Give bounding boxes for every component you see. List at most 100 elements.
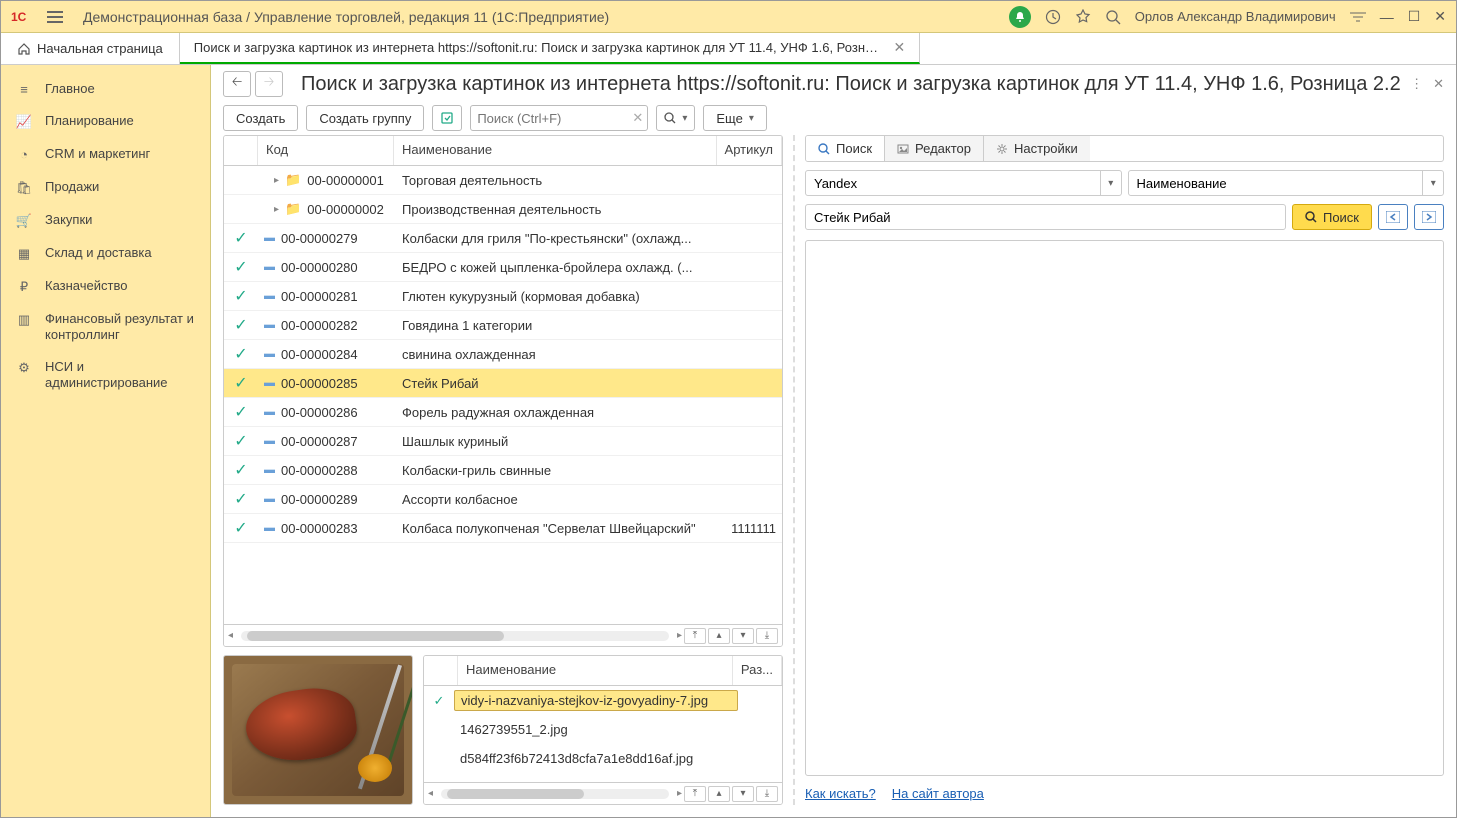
row-code: ▬00-00000282 (258, 318, 394, 333)
row-name: свинина охлажденная (394, 347, 726, 362)
cart-icon: 🛒 (15, 213, 33, 229)
sidebar-item-main[interactable]: ≡Главное (1, 73, 210, 105)
row-mark: ✓ (224, 257, 258, 277)
scroll-down[interactable]: ▾ (732, 628, 754, 644)
open-tab[interactable]: Поиск и загрузка картинок из интернета h… (180, 33, 920, 64)
quick-search-input[interactable] (475, 110, 628, 127)
f-scroll-down[interactable]: ▾ (732, 786, 754, 802)
bell-icon[interactable] (1009, 6, 1031, 28)
tab-close-icon[interactable]: ✕ (894, 39, 905, 56)
table-row[interactable]: ✓▬00-00000287Шашлык куриный (224, 427, 782, 456)
row-mark: ✓ (224, 286, 258, 306)
sidebar-item-crm[interactable]: ◔CRM и маркетинг (1, 138, 210, 170)
star-icon[interactable] (1075, 9, 1091, 25)
sidebar-item-treasury[interactable]: ₽Казначейство (1, 270, 210, 303)
h-scrollbar[interactable] (241, 631, 669, 641)
file-row[interactable]: 1462739551_2.jpg (424, 715, 782, 744)
search-button[interactable]: Поиск (1292, 204, 1372, 230)
table-row[interactable]: ✓▬00-00000284свинина охлажденная (224, 340, 782, 369)
file-row[interactable]: ✓vidy-i-nazvaniya-stejkov-iz-govyadiny-7… (424, 686, 782, 715)
create-group-button[interactable]: Создать группу (306, 105, 424, 131)
tab-settings[interactable]: Настройки (984, 136, 1090, 161)
col-code[interactable]: Код (258, 136, 394, 165)
table-row[interactable]: ✓▬00-00000280БЕДРО с кожей цыпленка-брой… (224, 253, 782, 282)
row-mark: ✓ (224, 460, 258, 480)
titlebar: 1С Демонстрационная база / Управление то… (1, 1, 1456, 33)
field-combo[interactable]: ▾ (1128, 170, 1445, 196)
create-button[interactable]: Создать (223, 105, 298, 131)
file-mark: ✓ (424, 693, 454, 709)
maximize-button[interactable]: ☐ (1408, 8, 1421, 25)
sidebar-item-purchases[interactable]: 🛒Закупки (1, 204, 210, 237)
sidebar-item-warehouse[interactable]: ▦Склад и доставка (1, 237, 210, 270)
col-name[interactable]: Наименование (394, 136, 717, 165)
link-how-search[interactable]: Как искать? (805, 786, 876, 801)
file-col-name[interactable]: Наименование (458, 656, 733, 685)
page-menu-icon[interactable]: ⋮ (1410, 76, 1423, 92)
home-tab[interactable]: Начальная страница (1, 33, 180, 64)
bars-icon: ▥ (15, 312, 33, 328)
table-row[interactable]: ✓▬00-00000279Колбаски для гриля "По-крес… (224, 224, 782, 253)
search-icon[interactable] (1105, 9, 1121, 25)
col-article[interactable]: Артикул (717, 136, 782, 165)
scroll-top[interactable]: ⤒ (684, 628, 706, 644)
table-row[interactable]: ✓▬00-00000286Форель радужная охлажденная (224, 398, 782, 427)
row-name: Стейк Рибай (394, 376, 726, 391)
right-tabs: Поиск Редактор Настройки (805, 135, 1444, 162)
file-col-size[interactable]: Раз... (733, 656, 782, 685)
row-mark: ✓ (224, 489, 258, 509)
engine-combo[interactable]: ▾ (805, 170, 1122, 196)
engine-input[interactable] (806, 176, 1100, 191)
tab-search[interactable]: Поиск (806, 136, 885, 161)
table-row[interactable]: ✓▬00-00000288Колбаски-гриль свинные (224, 456, 782, 485)
row-name: БЕДРО с кожей цыпленка-бройлера охлажд. … (394, 260, 726, 275)
table-row[interactable]: ▸📁00-00000002Производственная деятельнос… (224, 195, 782, 224)
table-row[interactable]: ✓▬00-00000281Глютен кукурузный (кормовая… (224, 282, 782, 311)
forward-button[interactable]: 🡢 (255, 71, 283, 97)
sidebar-item-nsi[interactable]: ⚙НСИ и администрирование (1, 351, 210, 400)
tabs-row: Начальная страница Поиск и загрузка карт… (1, 33, 1456, 65)
scroll-up[interactable]: ▴ (708, 628, 730, 644)
menu-icon[interactable] (47, 11, 63, 23)
collapse-right-button[interactable] (1414, 204, 1444, 230)
file-row[interactable]: d584ff23f6b72413d8cfa7a1e8dd16af.jpg (424, 744, 782, 773)
field-drop[interactable]: ▾ (1422, 171, 1443, 195)
table-row[interactable]: ✓▬00-00000285Стейк Рибай (224, 369, 782, 398)
quick-search[interactable]: ✕ (470, 105, 648, 131)
home-tab-label: Начальная страница (37, 41, 163, 56)
refresh-button[interactable] (432, 105, 462, 131)
sidebar-item-planning[interactable]: 📈Планирование (1, 105, 210, 138)
sidebar-item-sales[interactable]: 🛍Продажи (1, 171, 210, 204)
close-window-button[interactable]: ✕ (1434, 8, 1446, 25)
image-preview[interactable] (223, 655, 413, 805)
table-row[interactable]: ▸📁00-00000001Торговая деятельность (224, 166, 782, 195)
row-mark: ✓ (224, 518, 258, 538)
f-scroll-bottom[interactable]: ⤓ (756, 786, 778, 802)
field-input[interactable] (1129, 176, 1423, 191)
collapse-left-button[interactable] (1378, 204, 1408, 230)
app-title: Демонстрационная база / Управление торго… (83, 9, 609, 25)
user-name[interactable]: Орлов Александр Владимирович (1135, 9, 1336, 24)
table-row[interactable]: ✓▬00-00000283Колбаса полукопченая "Серве… (224, 514, 782, 543)
engine-drop[interactable]: ▾ (1100, 171, 1121, 195)
file-h-scrollbar[interactable] (441, 789, 669, 799)
minimize-button[interactable]: — (1380, 9, 1394, 25)
scroll-bottom[interactable]: ⤓ (756, 628, 778, 644)
files-table: Наименование Раз... ✓vidy-i-nazvaniya-st… (423, 655, 783, 805)
table-row[interactable]: ✓▬00-00000282Говядина 1 категории (224, 311, 782, 340)
query-input[interactable] (805, 204, 1286, 230)
sidebar-item-finresult[interactable]: ▥Финансовый результат и контроллинг (1, 303, 210, 352)
search-drop-button[interactable] (656, 105, 695, 131)
f-scroll-top[interactable]: ⤒ (684, 786, 706, 802)
clear-search-icon[interactable]: ✕ (632, 110, 643, 126)
tab-editor[interactable]: Редактор (885, 136, 984, 161)
link-author-site[interactable]: На сайт автора (892, 786, 984, 801)
history-icon[interactable] (1045, 9, 1061, 25)
table-row[interactable]: ✓▬00-00000289Ассорти колбасное (224, 485, 782, 514)
settings-lines-icon[interactable] (1350, 11, 1366, 23)
page-close-icon[interactable]: ✕ (1433, 76, 1444, 92)
f-scroll-up[interactable]: ▴ (708, 786, 730, 802)
more-button[interactable]: Еще (703, 105, 766, 131)
back-button[interactable]: 🡠 (223, 71, 251, 97)
row-name: Колбаса полукопченая "Сервелат Швейцарск… (394, 521, 725, 536)
